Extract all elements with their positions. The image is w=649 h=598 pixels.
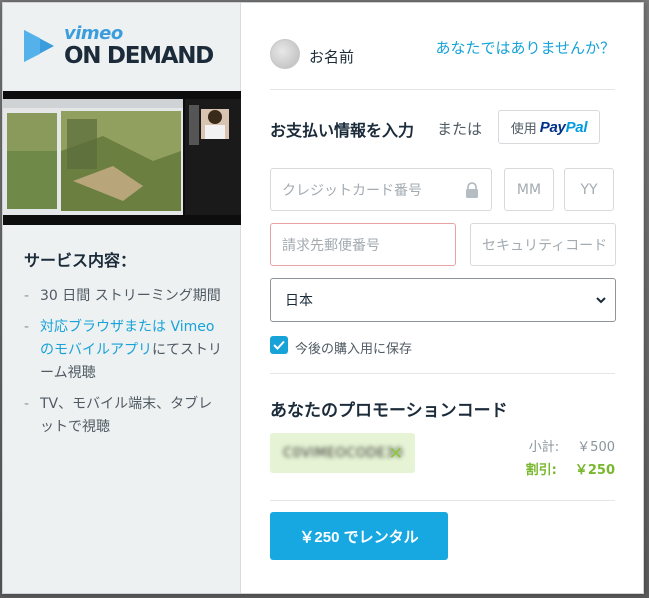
lock-icon <box>466 182 478 198</box>
payment-panel: お名前 あなたではありませんか？ お支払い情報を入力 または 使用 PayPal… <box>241 3 643 593</box>
paypal-use-label: 使用 <box>510 120 537 136</box>
check-icon <box>273 340 285 350</box>
postal-code-placeholder: 請求先郵便番号 <box>282 237 380 254</box>
divider <box>270 500 615 501</box>
logo-vimeo-text: vimeo <box>64 23 123 44</box>
expiry-month-field[interactable]: MM <box>504 168 554 211</box>
list-item: TV、モバイル端末、タブレットで視聴 <box>24 393 224 439</box>
payment-title: お支払い情報を入力 <box>270 121 415 140</box>
subtotal-value: ￥500 <box>577 440 615 455</box>
subtotal-row: 小計: ￥500 <box>529 436 615 455</box>
paypal-logo-pal: Pal <box>565 118 588 136</box>
divider <box>270 373 615 374</box>
rent-button[interactable]: ￥250 でレンタル <box>270 512 448 560</box>
chevron-down-icon <box>596 297 606 304</box>
service-text: 30 日間 ストリーミング期間 <box>40 288 221 304</box>
expiry-year-field[interactable]: YY <box>564 168 614 211</box>
promo-code-value: C0VIMEOCODE30 <box>283 445 404 461</box>
discount-value: ￥250 <box>574 463 615 478</box>
postal-code-field[interactable]: 請求先郵便番号 <box>270 223 456 266</box>
country-select[interactable]: 日本 <box>270 278 616 322</box>
save-card-checkbox[interactable] <box>270 336 288 354</box>
expiry-month-placeholder: MM <box>516 181 542 198</box>
paypal-button[interactable]: 使用 PayPal <box>498 110 600 144</box>
product-sidebar: vimeo ON DEMAND サービス内容： - 30 日間 ストリーミング期… <box>3 3 241 593</box>
user-name: お名前 <box>309 48 355 66</box>
checkout-modal: vimeo ON DEMAND サービス内容： - 30 日間 ストリーミング期… <box>2 2 644 594</box>
service-text: TV、モバイル端末、タブレットで視聴 <box>40 396 213 435</box>
remove-promo-icon[interactable]: ✕ <box>389 444 403 464</box>
divider <box>270 89 615 90</box>
list-item: 30 日間 ストリーミング期間 <box>24 285 224 308</box>
security-code-field[interactable]: セキュリティコード <box>470 223 616 266</box>
logo-on-demand-text: ON DEMAND <box>64 43 214 69</box>
payment-or-label: または <box>437 120 483 138</box>
avatar <box>270 39 300 69</box>
country-selected-value: 日本 <box>285 293 313 309</box>
card-number-field[interactable]: クレジットカード番号 <box>270 168 492 211</box>
video-thumbnail <box>3 91 241 225</box>
services-list: 30 日間 ストリーミング期間 対応ブラウザまたは Vimeo のモバイルアプリ… <box>24 285 224 447</box>
vimeo-on-demand-logo: vimeo ON DEMAND <box>20 23 220 73</box>
card-number-placeholder: クレジットカード番号 <box>282 182 422 199</box>
thumbnail-image <box>3 91 241 225</box>
promo-title: あなたのプロモーションコード <box>270 401 508 421</box>
discount-row: 割引: ￥250 <box>526 459 615 478</box>
promo-code-chip: C0VIMEOCODE30 ✕ <box>270 433 415 473</box>
list-item: 対応ブラウザまたは Vimeo のモバイルアプリにてストリーム視聴 <box>24 316 224 385</box>
vimeo-play-icon <box>24 30 54 62</box>
subtotal-label: 小計: <box>528 440 560 455</box>
save-card-label: 今後の購入用に保存 <box>295 342 413 357</box>
services-title: サービス内容： <box>24 251 137 270</box>
paypal-logo: PayPal <box>539 118 588 136</box>
paypal-logo-pay: Pay <box>539 118 566 136</box>
expiry-year-placeholder: YY <box>580 181 598 198</box>
security-code-placeholder: セキュリティコード <box>482 237 608 254</box>
discount-label: 割引: <box>525 463 557 478</box>
not-you-link[interactable]: あなたではありませんか？ <box>435 37 615 58</box>
